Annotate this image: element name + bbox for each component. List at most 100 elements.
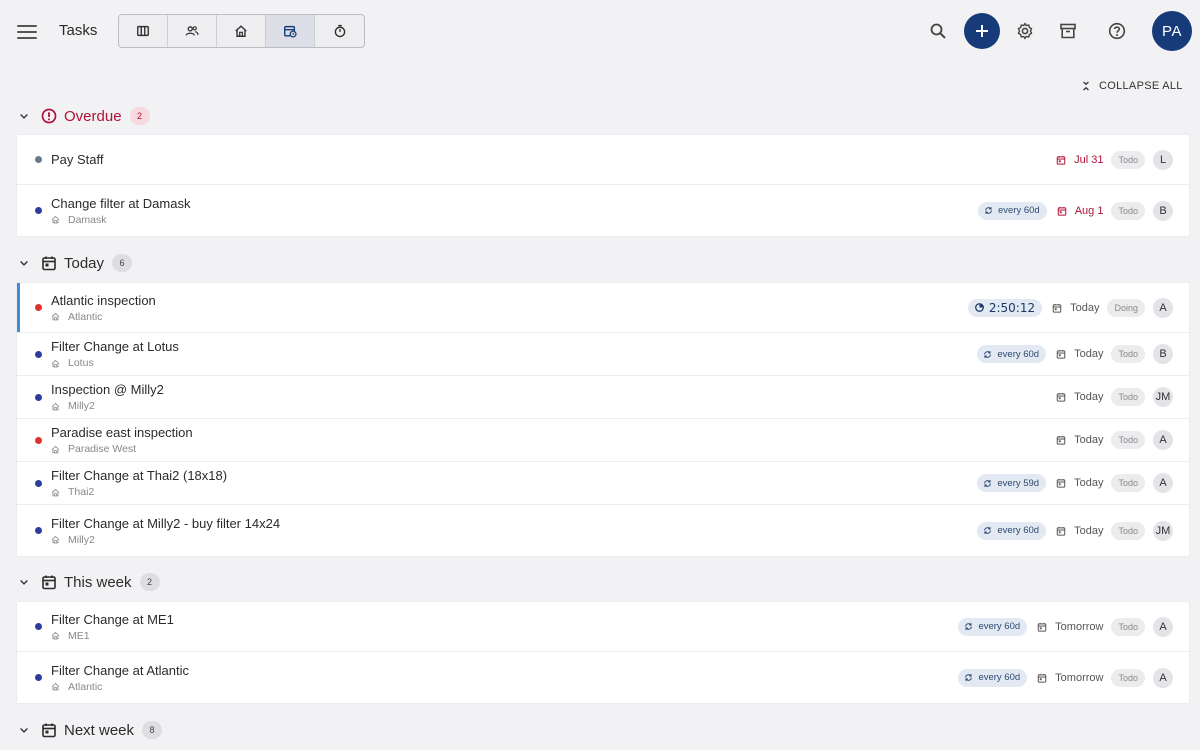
- task-row[interactable]: Filter Change at ME1 ME1 every 60d Tomor…: [17, 602, 1189, 652]
- due-date[interactable]: Today: [1052, 302, 1099, 314]
- add-task-button[interactable]: [964, 13, 1000, 49]
- status-badge[interactable]: Todo: [1111, 201, 1145, 220]
- section-header-next-week[interactable]: Next week 8: [16, 718, 163, 742]
- repeat-badge: every 60d: [977, 201, 1047, 220]
- task-text: Filter Change at Milly2 - buy filter 14x…: [51, 516, 280, 546]
- calendar-icon: [1056, 435, 1066, 445]
- due-date[interactable]: Aug 1: [1057, 204, 1104, 217]
- assignee-avatar[interactable]: A: [1153, 473, 1173, 493]
- chevron-down-icon[interactable]: [16, 108, 32, 124]
- assignee-avatar[interactable]: A: [1153, 430, 1173, 450]
- schedule-view-button[interactable]: [266, 15, 315, 47]
- property-view-button[interactable]: [217, 15, 266, 47]
- status-dot: [35, 527, 42, 534]
- settings-button[interactable]: [1008, 14, 1042, 48]
- chevron-down-icon[interactable]: [16, 255, 32, 271]
- archive-icon: [1060, 23, 1076, 39]
- search-button[interactable]: [921, 14, 955, 48]
- archive-button[interactable]: [1051, 14, 1085, 48]
- board-view-button[interactable]: [119, 15, 168, 47]
- status-badge[interactable]: Todo: [1111, 388, 1145, 406]
- status-badge[interactable]: Doing: [1107, 298, 1145, 317]
- repeat-badge: every 60d: [958, 668, 1028, 687]
- assignee-avatar[interactable]: A: [1153, 616, 1173, 637]
- app-title: Tasks: [59, 22, 98, 39]
- task-meta: 2:50:12 Today Doing A: [967, 297, 1173, 318]
- due-date[interactable]: Today: [1056, 391, 1103, 403]
- due-label: Tomorrow: [1055, 620, 1104, 633]
- section-title: Next week: [64, 721, 135, 739]
- task-text: Filter Change at Lotus Lotus: [51, 339, 179, 369]
- section-header-overdue[interactable]: Overdue 2: [16, 104, 150, 128]
- section-header-this-week[interactable]: This week 2: [16, 570, 160, 594]
- assignee-avatar[interactable]: L: [1153, 149, 1173, 170]
- due-date[interactable]: Tomorrow: [1037, 672, 1103, 684]
- timer-icon: [974, 303, 984, 312]
- task-row[interactable]: Filter Change at Atlantic Atlantic every…: [17, 652, 1189, 703]
- task-row[interactable]: Change filter at Damask Damask every 60d…: [17, 185, 1189, 236]
- repeat-icon: [983, 479, 992, 488]
- due-date[interactable]: Today: [1056, 348, 1103, 360]
- section-header-today[interactable]: Today 6: [16, 251, 133, 275]
- repeat-badge: every 59d: [977, 474, 1047, 492]
- home-icon: [51, 359, 60, 368]
- home-icon: [51, 445, 60, 454]
- timer-view-button[interactable]: [315, 15, 364, 47]
- due-date[interactable]: Today: [1056, 477, 1103, 489]
- status-badge[interactable]: Todo: [1111, 345, 1145, 363]
- repeat-label: every 60d: [997, 525, 1040, 536]
- collapse-all-button[interactable]: COLLAPSE ALL: [1082, 80, 1183, 92]
- status-dot: [35, 350, 42, 358]
- board-icon: [137, 25, 149, 37]
- task-text: Filter Change at Thai2 (18x18) Thai2: [51, 468, 227, 498]
- status-badge[interactable]: Todo: [1111, 617, 1145, 636]
- status-badge[interactable]: Todo: [1111, 431, 1145, 449]
- assignee-avatar[interactable]: B: [1153, 200, 1173, 221]
- task-meta: every 60d Tomorrow Todo A: [958, 667, 1173, 688]
- task-location: Thai2: [51, 486, 227, 498]
- due-date[interactable]: Today: [1056, 434, 1103, 446]
- running-timer[interactable]: 2:50:12: [967, 298, 1043, 317]
- location-label: Atlantic: [68, 310, 103, 323]
- task-row[interactable]: Inspection @ Milly2 Milly2 Today Todo JM: [17, 376, 1189, 419]
- status-badge[interactable]: Todo: [1111, 668, 1145, 687]
- assignee-avatar[interactable]: A: [1153, 667, 1173, 688]
- menu-icon[interactable]: [17, 22, 37, 40]
- count-badge: 2: [129, 107, 150, 125]
- task-row[interactable]: Filter Change at Thai2 (18x18) Thai2 eve…: [17, 462, 1189, 505]
- task-row[interactable]: Paradise east inspection Paradise West T…: [17, 419, 1189, 462]
- due-date[interactable]: Today: [1056, 525, 1103, 537]
- task-row[interactable]: Atlantic inspection Atlantic 2:50:12 Tod…: [17, 283, 1189, 333]
- section-title: Today: [64, 254, 105, 272]
- task-row[interactable]: Pay Staff Jul 31 Todo L: [17, 135, 1189, 185]
- status-badge[interactable]: Todo: [1111, 474, 1145, 492]
- assignee-avatar[interactable]: B: [1153, 344, 1173, 364]
- timer-label: 2:50:12: [988, 300, 1036, 315]
- task-title: Paradise east inspection: [51, 425, 193, 440]
- status-dot: [35, 674, 42, 681]
- calendar-icon: [1056, 392, 1066, 402]
- task-meta: Jul 31 Todo L: [1056, 149, 1173, 170]
- task-row[interactable]: Filter Change at Milly2 - buy filter 14x…: [17, 505, 1189, 556]
- due-date[interactable]: Jul 31: [1056, 154, 1103, 166]
- due-date[interactable]: Tomorrow: [1037, 621, 1103, 633]
- help-button[interactable]: [1100, 14, 1134, 48]
- status-badge[interactable]: Todo: [1111, 521, 1145, 540]
- task-title: Filter Change at Thai2 (18x18): [51, 468, 228, 483]
- task-row[interactable]: Filter Change at Lotus Lotus every 60d T…: [17, 333, 1189, 376]
- people-view-button[interactable]: [168, 15, 217, 47]
- user-avatar[interactable]: PA: [1152, 11, 1192, 51]
- assignee-avatar[interactable]: JM: [1153, 387, 1173, 407]
- chevron-down-icon[interactable]: [16, 574, 32, 590]
- repeat-icon: [964, 673, 973, 682]
- task-location: Damask: [51, 214, 190, 226]
- calendar-icon: [1056, 526, 1066, 536]
- repeat-icon: [983, 350, 992, 359]
- assignee-avatar[interactable]: JM: [1153, 520, 1173, 541]
- due-label: Aug 1: [1074, 204, 1104, 217]
- due-label: Jul 31: [1074, 153, 1104, 166]
- assignee-avatar[interactable]: A: [1153, 297, 1173, 318]
- chevron-down-icon[interactable]: [16, 722, 32, 738]
- repeat-label: every 60d: [978, 672, 1021, 683]
- status-badge[interactable]: Todo: [1111, 150, 1145, 169]
